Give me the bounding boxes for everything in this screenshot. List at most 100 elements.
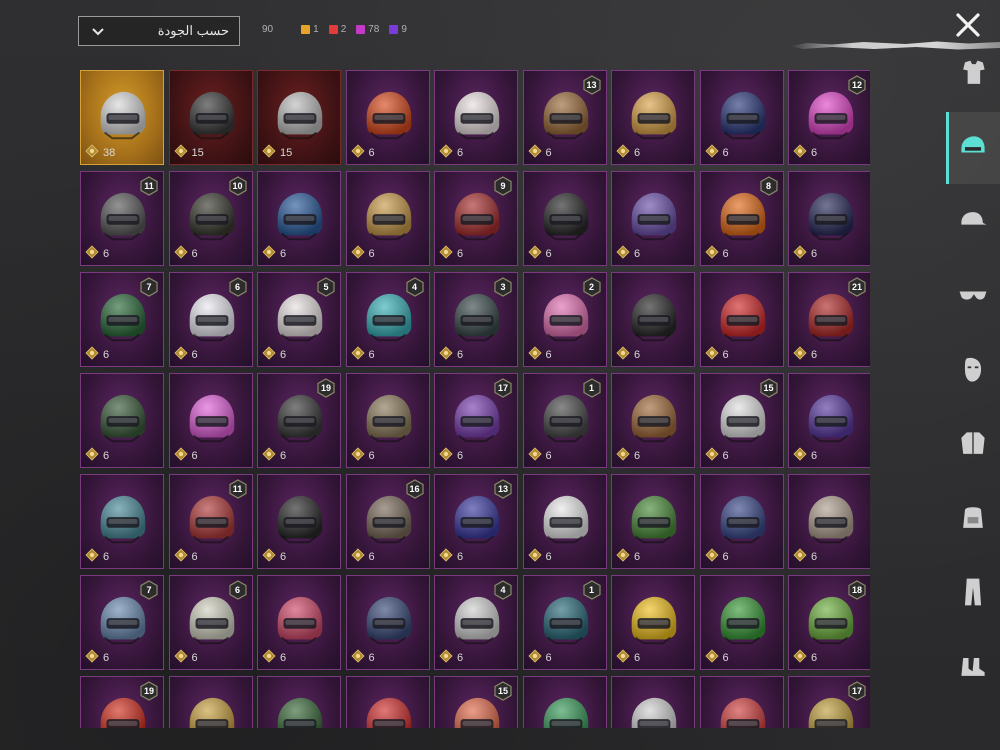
helmet-item-card[interactable]: 6 xyxy=(611,474,695,569)
helmet-item-card[interactable]: 6 xyxy=(611,373,695,468)
helmet-item-card[interactable]: 13 6 xyxy=(434,474,518,569)
sidebar-tab-shoes[interactable] xyxy=(946,630,1000,702)
helmet-item-card[interactable]: 15 6 xyxy=(699,373,784,468)
helmet-item-card[interactable] xyxy=(168,676,253,728)
helmet-icon xyxy=(713,189,771,241)
top-bar: حسب الجودة 90 1 2 78 9 xyxy=(0,0,1000,62)
glasses-tab-icon xyxy=(959,291,987,300)
item-count-value: 6 xyxy=(722,550,729,563)
sidebar-tab-mask[interactable] xyxy=(946,334,1000,406)
item-count-value: 6 xyxy=(191,449,198,462)
item-count: 6 xyxy=(350,447,375,464)
item-count: 6 xyxy=(704,245,729,262)
total-count: 90 xyxy=(262,24,274,35)
rarity-count-epic: 78 xyxy=(356,24,379,35)
helmet-item-card[interactable]: 15 xyxy=(257,70,341,165)
helmet-item-card[interactable]: 76 xyxy=(80,575,164,670)
helmet-icon xyxy=(801,189,859,241)
helmet-item-card[interactable]: 17 6 xyxy=(434,373,518,468)
inventory-grid-viewport[interactable]: 38 15 15 6 6 13 6 6 6 12 6 11 6 10 6 6 6… xyxy=(78,68,870,728)
helmet-icon xyxy=(536,593,594,645)
sidebar-tab-helmet[interactable] xyxy=(946,112,1000,184)
helmet-item-card[interactable]: 19 xyxy=(80,676,164,728)
helmet-item-card[interactable]: 6 xyxy=(80,373,164,468)
helmet-item-card[interactable]: 11 6 xyxy=(80,171,164,266)
sidebar-tab-outfit[interactable] xyxy=(946,38,1000,110)
helmet-item-card[interactable]: 6 xyxy=(80,474,164,569)
helmet-item-card[interactable] xyxy=(257,676,341,728)
level-badge: 7 xyxy=(139,580,159,600)
helmet-item-card[interactable]: 56 xyxy=(257,272,341,367)
sidebar-tab-jacket[interactable] xyxy=(946,408,1000,480)
item-count-value: 6 xyxy=(368,146,375,159)
helmet-item-card[interactable]: 6 xyxy=(699,272,784,367)
helmet-item-card[interactable]: 11 6 xyxy=(168,474,253,569)
sidebar-tab-backpack[interactable] xyxy=(946,482,1000,554)
helmet-item-card[interactable]: 16 xyxy=(522,575,607,670)
item-count-value: 6 xyxy=(368,348,375,361)
level-badge: 15 xyxy=(493,681,513,701)
helmet-item-card[interactable]: 15 xyxy=(168,70,253,165)
helmet-item-card[interactable]: 16 xyxy=(522,373,607,468)
helmet-item-card[interactable]: 6 xyxy=(611,70,695,165)
helmet-item-card[interactable]: 6 xyxy=(611,575,695,670)
helmet-item-card[interactable]: 6 xyxy=(522,171,607,266)
helmet-item-card[interactable]: 6 xyxy=(257,575,341,670)
helmet-item-card[interactable]: 6 xyxy=(699,70,784,165)
helmet-item-card[interactable]: 17 xyxy=(788,676,870,728)
sort-dropdown[interactable]: حسب الجودة xyxy=(78,16,240,46)
helmet-item-card[interactable]: 21 6 xyxy=(788,272,870,367)
helmet-item-card[interactable]: 6 xyxy=(788,373,870,468)
helmet-item-card[interactable]: 16 6 xyxy=(345,474,430,569)
level-badge: 1 xyxy=(582,378,602,398)
helmet-item-card[interactable]: 18 6 xyxy=(788,575,870,670)
helmet-item-card[interactable]: 66 xyxy=(168,272,253,367)
helmet-item-card[interactable] xyxy=(345,676,430,728)
helmet-item-card[interactable] xyxy=(699,676,784,728)
helmet-item-card[interactable]: 6 xyxy=(257,474,341,569)
sidebar-tab-cap[interactable] xyxy=(946,186,1000,258)
helmet-item-card[interactable] xyxy=(522,676,607,728)
sidebar-tab-glasses[interactable] xyxy=(946,260,1000,332)
material-icon xyxy=(173,245,188,262)
close-button[interactable] xyxy=(953,10,983,40)
helmet-item-card[interactable]: 6 xyxy=(611,171,695,266)
helmet-item-card[interactable]: 6 xyxy=(168,373,253,468)
helmet-item-card[interactable]: 6 xyxy=(611,272,695,367)
sidebar-tab-pants[interactable] xyxy=(946,556,1000,628)
helmet-item-card[interactable]: 12 6 xyxy=(788,70,870,165)
helmet-item-card[interactable]: 19 6 xyxy=(257,373,341,468)
helmet-item-card[interactable]: 13 6 xyxy=(522,70,607,165)
helmet-item-card[interactable]: 96 xyxy=(434,171,518,266)
helmet-item-card[interactable]: 6 xyxy=(434,70,518,165)
level-badge: 19 xyxy=(139,681,159,701)
helmet-item-card[interactable]: 66 xyxy=(168,575,253,670)
helmet-icon xyxy=(359,593,417,645)
helmet-item-card[interactable]: 6 xyxy=(257,171,341,266)
item-count-value: 6 xyxy=(280,550,287,563)
helmet-item-card[interactable]: 6 xyxy=(345,70,430,165)
helmet-item-card[interactable] xyxy=(611,676,695,728)
helmet-item-card[interactable]: 46 xyxy=(345,272,430,367)
helmet-item-card[interactable]: 76 xyxy=(80,272,164,367)
helmet-item-card[interactable]: 6 xyxy=(788,171,870,266)
helmet-item-card[interactable]: 6 xyxy=(345,171,430,266)
helmet-item-card[interactable]: 15 xyxy=(434,676,518,728)
helmet-item-card[interactable]: 6 xyxy=(699,575,784,670)
helmet-item-card[interactable]: 86 xyxy=(699,171,784,266)
item-count: 6 xyxy=(262,346,286,363)
helmet-item-card[interactable]: 10 6 xyxy=(168,171,253,266)
helmet-item-card[interactable]: 6 xyxy=(788,474,870,569)
item-count: 6 xyxy=(262,548,286,565)
material-icon xyxy=(173,447,188,464)
helmet-item-card[interactable]: 36 xyxy=(434,272,518,367)
helmet-icon xyxy=(447,290,505,342)
helmet-item-card[interactable]: 6 xyxy=(699,474,784,569)
helmet-item-card[interactable]: 6 xyxy=(522,474,607,569)
helmet-item-card[interactable]: 46 xyxy=(434,575,518,670)
helmet-item-card[interactable]: 38 xyxy=(80,70,164,165)
helmet-item-card[interactable]: 6 xyxy=(345,575,430,670)
helmet-item-card[interactable]: 26 xyxy=(522,272,607,367)
helmet-item-card[interactable]: 6 xyxy=(345,373,430,468)
material-icon xyxy=(262,649,276,666)
